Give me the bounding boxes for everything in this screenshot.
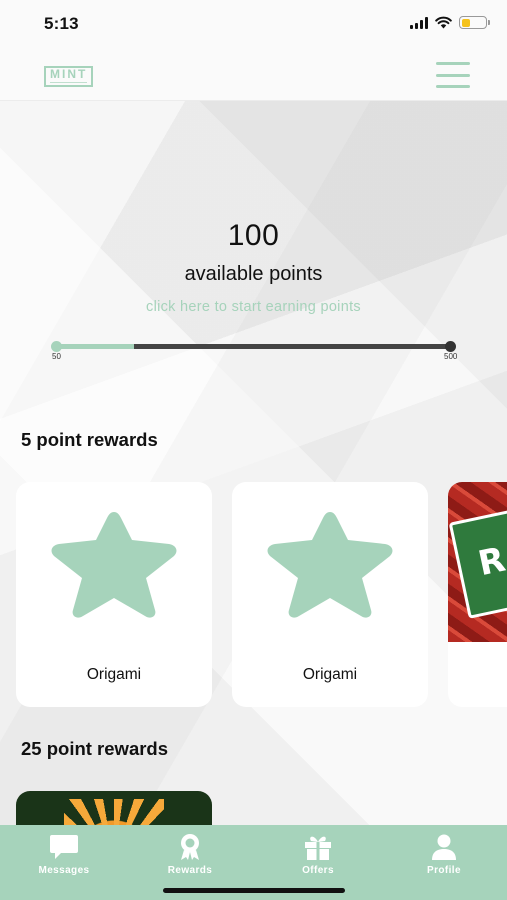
- wifi-icon: [435, 16, 452, 29]
- tab-profile[interactable]: Profile: [399, 833, 489, 876]
- star-icon: [267, 512, 393, 618]
- progress-min-label: 50: [52, 352, 61, 361]
- star-icon: [51, 512, 177, 618]
- rewards-carousel-5-point[interactable]: Origami Origami R: [16, 482, 507, 707]
- earn-points-link[interactable]: click here to start earning points: [0, 299, 507, 315]
- message-icon: [50, 835, 78, 859]
- tab-label: Offers: [302, 865, 334, 876]
- tab-label: Messages: [38, 865, 90, 876]
- points-label: available points: [184, 263, 323, 285]
- tab-label: Rewards: [167, 865, 213, 876]
- award-icon: [181, 834, 199, 860]
- status-bar: 5:13: [0, 0, 507, 48]
- section-title-5-point: 5 point rewards: [21, 429, 158, 450]
- reward-card-flower-photo[interactable]: [16, 791, 212, 825]
- menu-line: [436, 85, 470, 88]
- reward-card-title: Origami: [86, 666, 142, 683]
- person-icon: [432, 834, 456, 860]
- menu-line: [436, 73, 470, 77]
- progress-start-dot: [51, 341, 62, 352]
- battery-icon: [459, 16, 490, 29]
- menu-line: [436, 62, 470, 65]
- progress-max-label: 500: [444, 352, 458, 361]
- tab-messages[interactable]: Messages: [19, 833, 109, 876]
- app-header: MINT: [0, 48, 507, 101]
- progress-fill: [55, 344, 135, 349]
- tab-offers[interactable]: Offers: [273, 833, 363, 876]
- home-indicator: [163, 888, 345, 893]
- status-time: 5:13: [44, 14, 79, 33]
- tab-rewards[interactable]: Rewards: [145, 833, 235, 876]
- gift-icon: [305, 836, 331, 860]
- points-value: 100: [227, 219, 280, 252]
- reward-card[interactable]: Origami: [232, 482, 428, 707]
- tab-label: Profile: [427, 865, 461, 876]
- reward-card-partial[interactable]: R: [448, 482, 507, 707]
- menu-button[interactable]: [436, 62, 470, 88]
- rewards-content[interactable]: 100 available points click here to start…: [0, 101, 507, 825]
- mint-logo: MINT: [44, 66, 94, 87]
- points-progress-bar: [51, 341, 456, 352]
- section-title-25-point: 25 point rewards: [21, 738, 169, 759]
- reward-card[interactable]: Origami: [16, 482, 212, 707]
- progress-end-dot: [445, 341, 456, 352]
- status-icons: [410, 16, 490, 29]
- cellular-signal-icon: [410, 16, 428, 29]
- reward-card-title: Origami: [302, 666, 358, 683]
